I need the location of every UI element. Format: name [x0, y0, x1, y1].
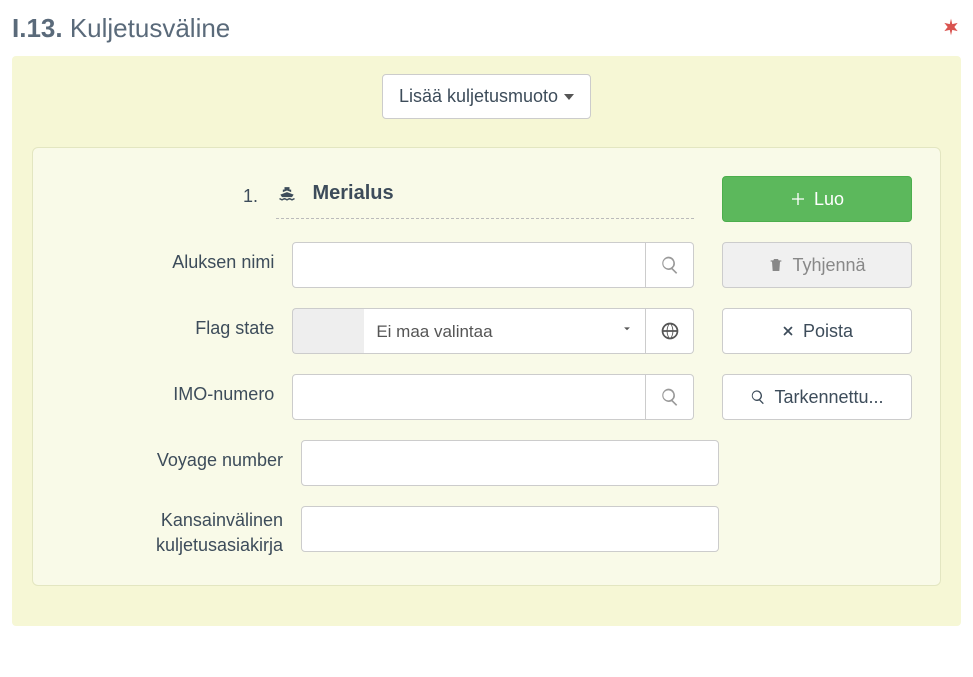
- trash-icon: [768, 257, 784, 273]
- clear-button-label: Tyhjennä: [792, 255, 865, 276]
- entry-type-label: Merialus: [312, 182, 393, 204]
- caret-down-icon: [564, 94, 574, 100]
- required-asterisk-icon: [941, 12, 961, 44]
- flag-state-select[interactable]: Ei maa valintaa: [364, 308, 646, 354]
- add-transport-mode-label: Lisää kuljetusmuoto: [399, 85, 558, 108]
- remove-button[interactable]: Poista: [722, 308, 912, 354]
- ship-name-label: Aluksen nimi: [61, 242, 292, 273]
- transport-panel: Lisää kuljetusmuoto 1. Merialus: [12, 56, 961, 626]
- globe-icon: [660, 321, 680, 341]
- ship-icon: [276, 183, 298, 208]
- intl-doc-input[interactable]: [301, 506, 719, 552]
- ship-name-input[interactable]: [292, 242, 646, 288]
- flag-state-prefix: [292, 308, 364, 354]
- search-icon: [660, 255, 680, 275]
- entry-heading: Merialus: [276, 182, 694, 218]
- section-header: I.13. Kuljetusväline: [12, 12, 961, 44]
- close-icon: [781, 324, 795, 338]
- advanced-button-label: Tarkennettu...: [774, 387, 883, 408]
- flag-state-label: Flag state: [61, 308, 292, 339]
- clear-button[interactable]: Tyhjennä: [722, 242, 912, 288]
- voyage-input[interactable]: [301, 440, 719, 486]
- flag-state-globe-button[interactable]: [646, 308, 694, 354]
- section-number: I.13.: [12, 13, 63, 43]
- voyage-label: Voyage number: [61, 440, 301, 471]
- add-transport-mode-button[interactable]: Lisää kuljetusmuoto: [382, 74, 591, 119]
- section-title: I.13. Kuljetusväline: [12, 13, 230, 44]
- plus-icon: [790, 191, 806, 207]
- section-title-text: Kuljetusväline: [70, 13, 230, 43]
- ship-name-search-button[interactable]: [646, 242, 694, 288]
- create-button[interactable]: Luo: [722, 176, 912, 222]
- create-button-label: Luo: [814, 189, 844, 210]
- intl-doc-label: Kansainvälinen kuljetusasiakirja: [61, 506, 301, 557]
- imo-label: IMO-numero: [61, 374, 292, 405]
- transport-entry-card: 1. Merialus Luo Aluksen: [32, 147, 941, 586]
- search-icon: [660, 387, 680, 407]
- search-icon: [750, 389, 766, 405]
- imo-search-button[interactable]: [646, 374, 694, 420]
- remove-button-label: Poista: [803, 321, 853, 342]
- imo-input[interactable]: [292, 374, 646, 420]
- entry-index: 1.: [61, 176, 276, 207]
- advanced-button[interactable]: Tarkennettu...: [722, 374, 912, 420]
